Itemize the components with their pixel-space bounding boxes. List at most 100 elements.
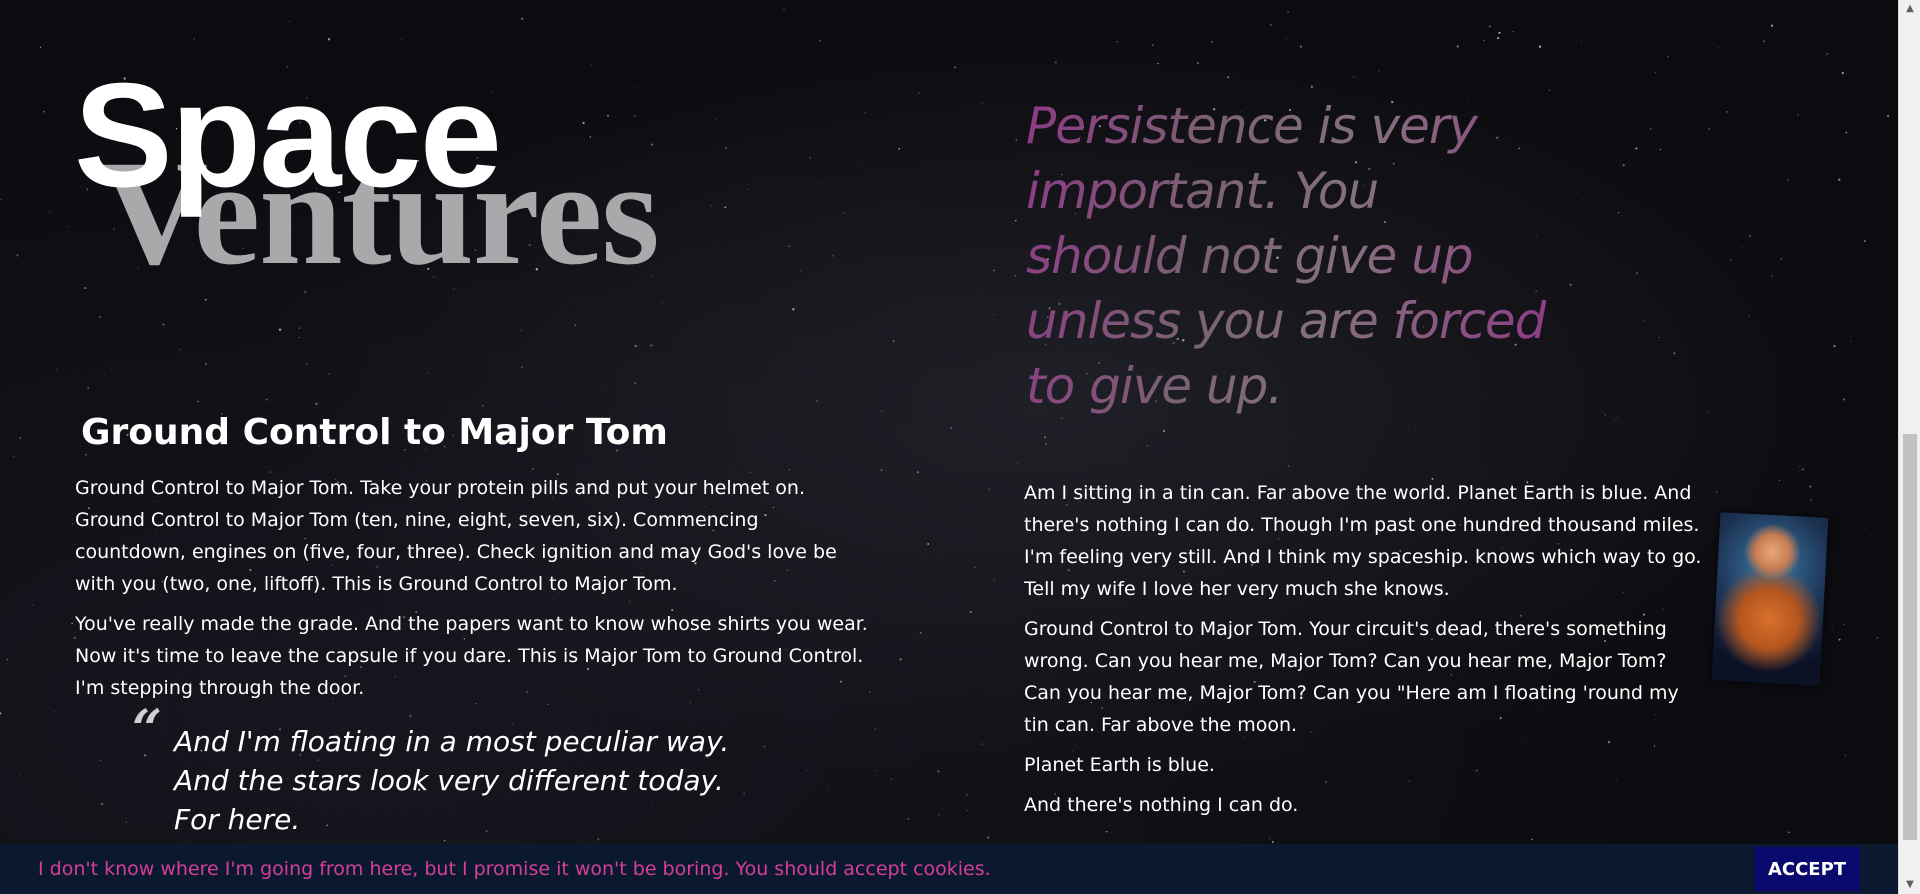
star — [1227, 76, 1230, 79]
star — [988, 488, 990, 490]
star — [531, 467, 535, 471]
star — [1314, 75, 1316, 77]
star — [815, 400, 818, 402]
star — [1287, 464, 1290, 467]
star — [1649, 127, 1652, 130]
star — [482, 404, 484, 407]
logo-word-space: Space — [74, 53, 502, 218]
star — [1838, 638, 1841, 641]
left-article: Ground Control to Major Tom. Take your p… — [75, 472, 875, 712]
scroll-up-arrow-icon[interactable]: ▲ — [1899, 0, 1920, 18]
star — [427, 372, 429, 374]
star — [1802, 468, 1804, 471]
star — [1788, 831, 1790, 834]
star — [298, 336, 300, 338]
star — [799, 270, 802, 272]
star — [306, 363, 308, 365]
star — [1726, 111, 1728, 113]
star — [42, 111, 45, 113]
hero-quote: Persistence is very important. You shoul… — [1026, 94, 1546, 419]
star — [1654, 72, 1656, 74]
right-paragraph-2: Ground Control to Major Tom. Your circui… — [1024, 618, 1679, 736]
star — [880, 469, 883, 472]
star — [1797, 114, 1799, 116]
star — [443, 839, 446, 842]
star — [39, 46, 42, 48]
star — [1667, 56, 1669, 58]
star — [1015, 219, 1017, 222]
star — [1832, 629, 1833, 631]
star — [193, 38, 195, 40]
star — [1016, 462, 1018, 464]
star — [278, 328, 282, 331]
star — [913, 347, 914, 349]
star — [1614, 419, 1616, 421]
star — [19, 773, 21, 775]
scrollbar-thumb[interactable] — [1903, 434, 1917, 840]
star — [892, 340, 895, 342]
star — [1054, 61, 1057, 64]
star — [832, 255, 834, 257]
star — [409, 714, 412, 718]
star — [1548, 89, 1550, 91]
star — [898, 147, 901, 150]
star — [1014, 275, 1016, 277]
star — [818, 182, 819, 184]
star — [1659, 148, 1662, 151]
star — [1151, 44, 1154, 47]
star — [1581, 41, 1582, 42]
star — [1658, 336, 1660, 338]
star — [1210, 41, 1213, 43]
star — [717, 320, 719, 321]
star — [99, 759, 102, 762]
star — [878, 121, 879, 123]
star — [85, 456, 87, 458]
star — [1116, 41, 1119, 43]
star — [783, 8, 785, 11]
lyric-blockquote: “ And I'm floating in a most peculiar wa… — [132, 704, 840, 839]
star — [1269, 837, 1271, 840]
star — [1352, 76, 1355, 78]
star — [179, 348, 181, 350]
star — [71, 522, 74, 525]
vertical-scrollbar[interactable]: ▲ ▼ — [1898, 0, 1920, 894]
star — [162, 323, 165, 326]
star — [862, 163, 864, 165]
accept-cookies-button[interactable]: ACCEPT — [1754, 847, 1860, 891]
star — [916, 609, 918, 611]
star — [204, 363, 207, 366]
quote-mark-icon: “ — [132, 699, 162, 760]
star — [1826, 52, 1829, 56]
star — [1740, 367, 1741, 368]
star — [809, 156, 812, 159]
star — [1602, 413, 1604, 414]
star — [907, 818, 910, 820]
star — [602, 385, 604, 387]
star — [0, 712, 2, 715]
right-paragraph-4: And there's nothing I can do. — [1024, 794, 1299, 816]
star — [971, 367, 973, 369]
star — [1625, 382, 1627, 384]
star — [1887, 115, 1890, 118]
right-paragraph-1: Am I sitting in a tin can. Far above the… — [1024, 482, 1702, 600]
right-article: Am I sitting in a tin can. Far above the… — [1024, 477, 1829, 829]
astronaut-photo — [1711, 512, 1829, 686]
star — [673, 10, 675, 12]
star — [843, 212, 846, 214]
star — [1512, 31, 1514, 33]
star — [19, 437, 21, 439]
star — [1616, 417, 1619, 419]
star — [981, 102, 984, 104]
star — [1157, 62, 1159, 65]
star — [1617, 212, 1620, 214]
blockquote-line-3: For here. — [174, 803, 301, 836]
star — [1780, 258, 1782, 260]
star — [969, 610, 972, 614]
star — [937, 770, 940, 773]
star — [927, 543, 930, 545]
site-logo[interactable]: Ventures Space — [74, 62, 774, 302]
star — [993, 314, 995, 316]
star — [1771, 275, 1773, 277]
scroll-down-arrow-icon[interactable]: ▼ — [1899, 876, 1920, 894]
star — [1635, 147, 1638, 150]
